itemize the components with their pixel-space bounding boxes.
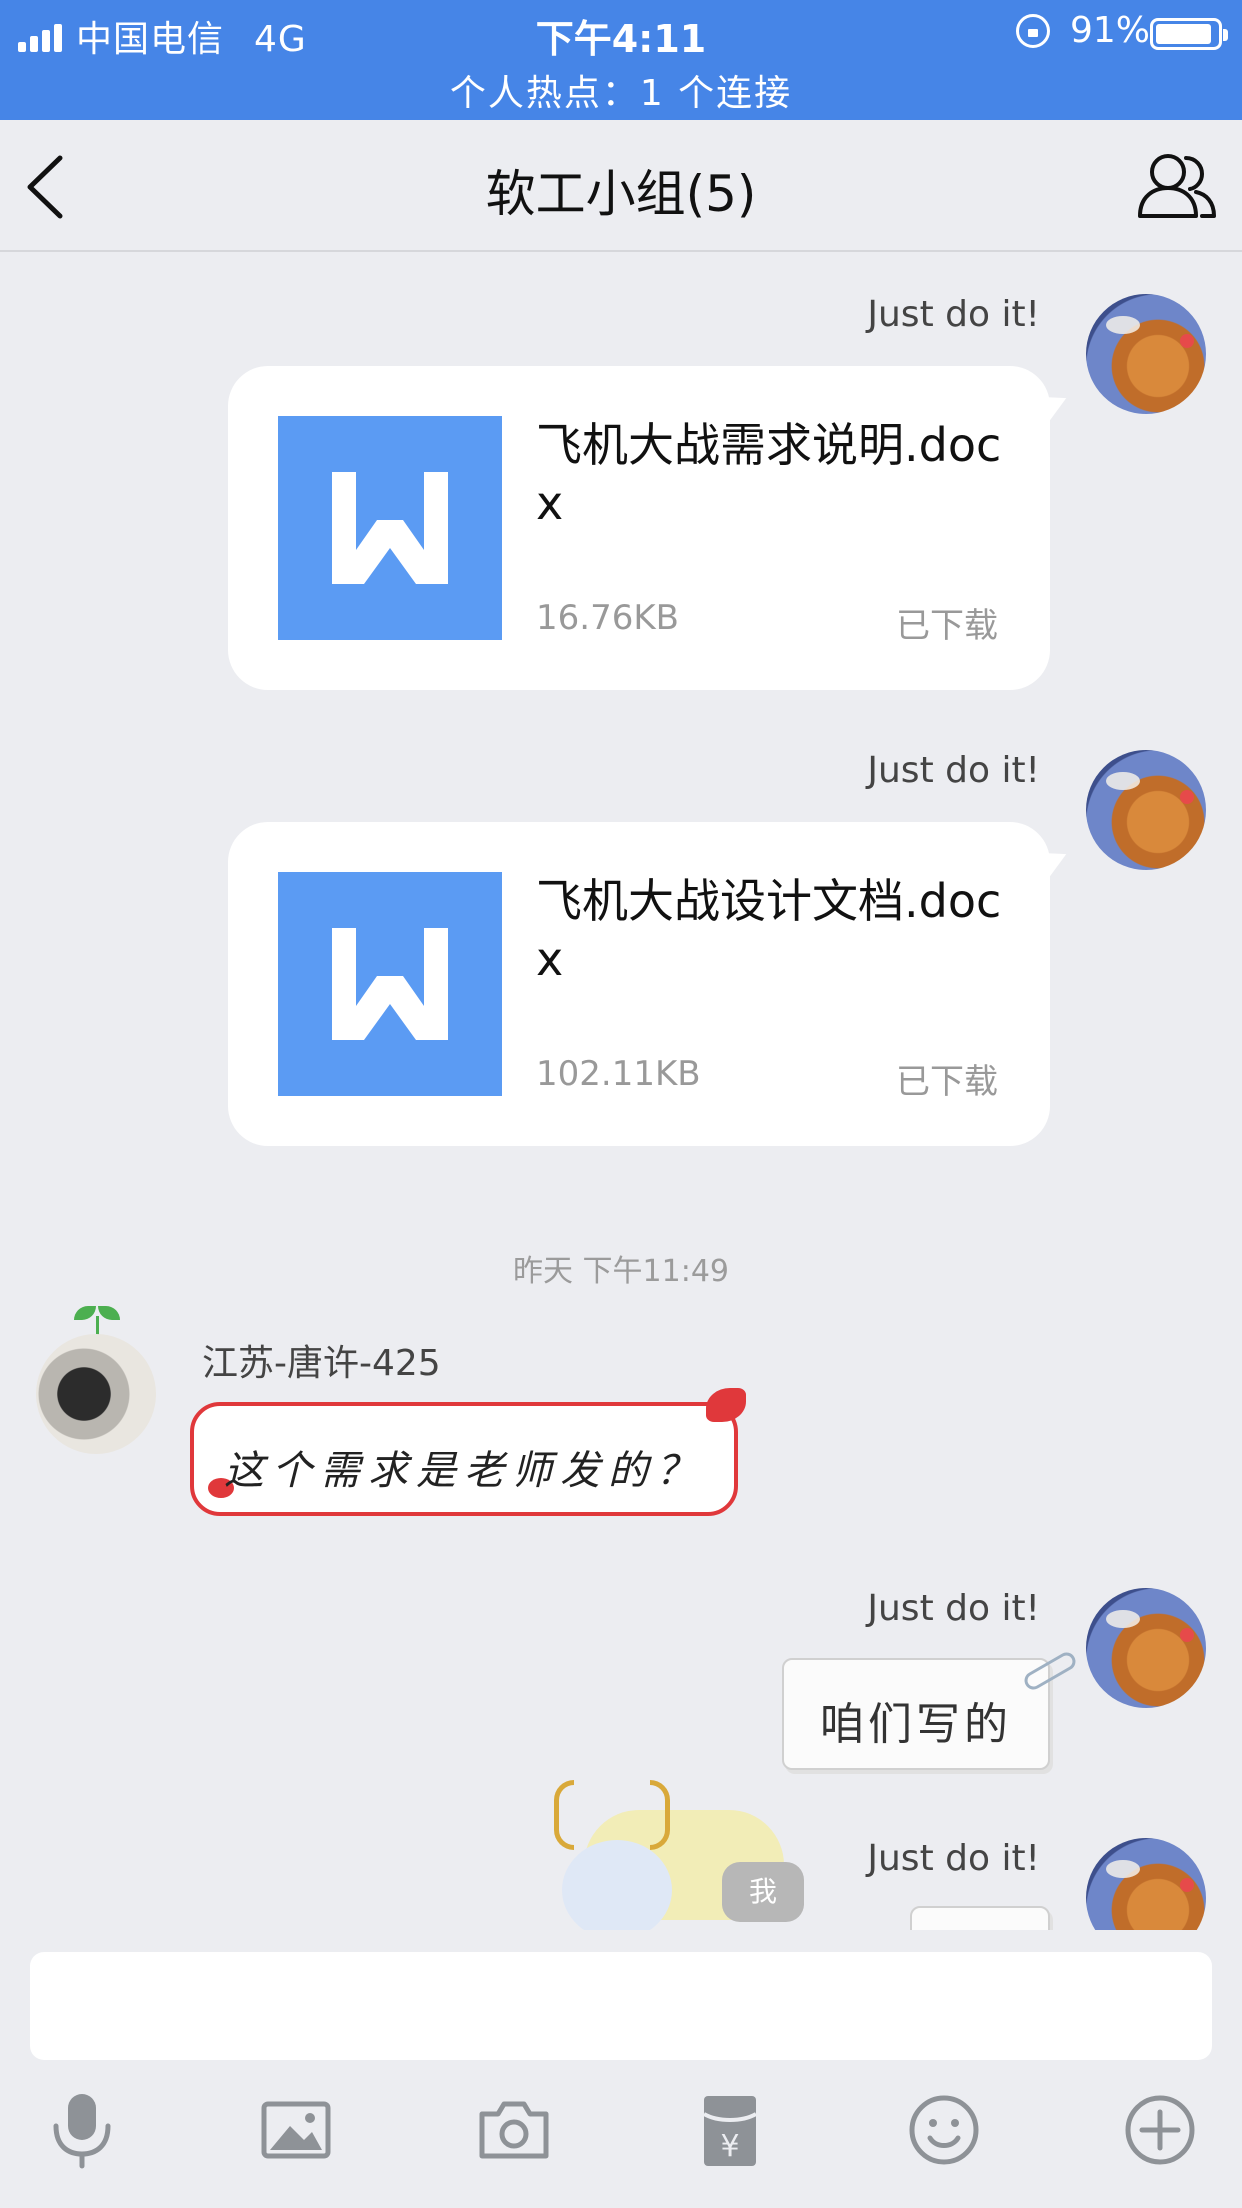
file-name: 飞机大战需求说明.docx — [536, 418, 1002, 530]
microphone-icon[interactable] — [42, 2090, 122, 2170]
word-doc-icon — [278, 416, 502, 640]
word-doc-icon — [278, 872, 502, 1096]
hotspot-banner[interactable]: 个人热点：1 个连接 — [0, 64, 1242, 116]
sticker-tag: 我 — [722, 1862, 804, 1922]
avatar[interactable] — [1086, 1838, 1206, 1930]
status-row: 中国电信 4G 下午4:11 91% — [0, 8, 1242, 61]
file-size: 102.11KB — [536, 1054, 701, 1094]
flame-decoration — [706, 1388, 746, 1422]
avatar[interactable] — [1086, 1588, 1206, 1708]
sender-name: Just do it! — [867, 294, 1040, 335]
horn-decoration — [650, 1780, 670, 1850]
avatar[interactable] — [36, 1334, 156, 1454]
message-text: 咱们写的 — [820, 1699, 1012, 1750]
emoji-icon[interactable] — [904, 2090, 984, 2170]
message-timestamp: 昨天 下午11:49 — [513, 1254, 729, 1289]
text-message[interactable] — [910, 1906, 1050, 1930]
avatar[interactable] — [1086, 294, 1206, 414]
file-message[interactable]: 飞机大战设计文档.docx 102.11KB 已下载 — [228, 822, 1050, 1146]
text-message[interactable]: 这个需求是老师发的？ — [190, 1388, 746, 1516]
status-time: 下午4:11 — [535, 17, 707, 61]
camera-icon[interactable] — [474, 2090, 554, 2170]
input-bar: ¥ — [0, 1930, 1242, 2208]
file-status: 已下载 — [896, 606, 998, 646]
sticker-message[interactable]: 我 — [504, 1780, 804, 1930]
sender-name: Just do it! — [867, 1588, 1040, 1629]
message-input[interactable] — [30, 1952, 1212, 2060]
battery-percentage: 91% — [1070, 10, 1151, 51]
horn-decoration — [554, 1780, 574, 1850]
chat-title: 软工小组(5) — [485, 165, 757, 223]
file-status: 已下载 — [896, 1062, 998, 1102]
svg-text:¥: ¥ — [720, 2129, 739, 2164]
sender-name: 江苏-唐许-425 — [202, 1343, 441, 1384]
red-packet-icon[interactable]: ¥ — [690, 2090, 770, 2170]
group-members-icon[interactable] — [1134, 150, 1218, 220]
file-message[interactable]: 飞机大战需求说明.docx 16.76KB 已下载 — [228, 366, 1050, 690]
chat-header: 软工小组(5) — [0, 120, 1242, 252]
message-list[interactable]: Just do it! 飞机大战需求说明.docx 16.76KB 已下载 Ju… — [0, 252, 1242, 1930]
sticker-character — [562, 1840, 672, 1930]
paperclip-icon — [1021, 1649, 1079, 1693]
file-name: 飞机大战设计文档.docx — [536, 874, 1002, 986]
text-message[interactable]: 咱们写的 — [782, 1649, 1079, 1770]
battery-fill — [1156, 24, 1211, 44]
image-icon[interactable] — [256, 2090, 336, 2170]
plus-icon[interactable] — [1120, 2090, 1200, 2170]
sender-name: Just do it! — [867, 750, 1040, 791]
avatar[interactable] — [1086, 750, 1206, 870]
file-size: 16.76KB — [536, 598, 679, 638]
status-bar: 中国电信 4G 下午4:11 91% 个人热点：1 个连接 — [0, 0, 1242, 120]
sender-name: Just do it! — [867, 1838, 1040, 1879]
message-text: 这个需求是老师发的？ — [224, 1448, 704, 1494]
battery-icon — [1150, 18, 1228, 50]
rotation-lock-icon — [1016, 14, 1050, 48]
